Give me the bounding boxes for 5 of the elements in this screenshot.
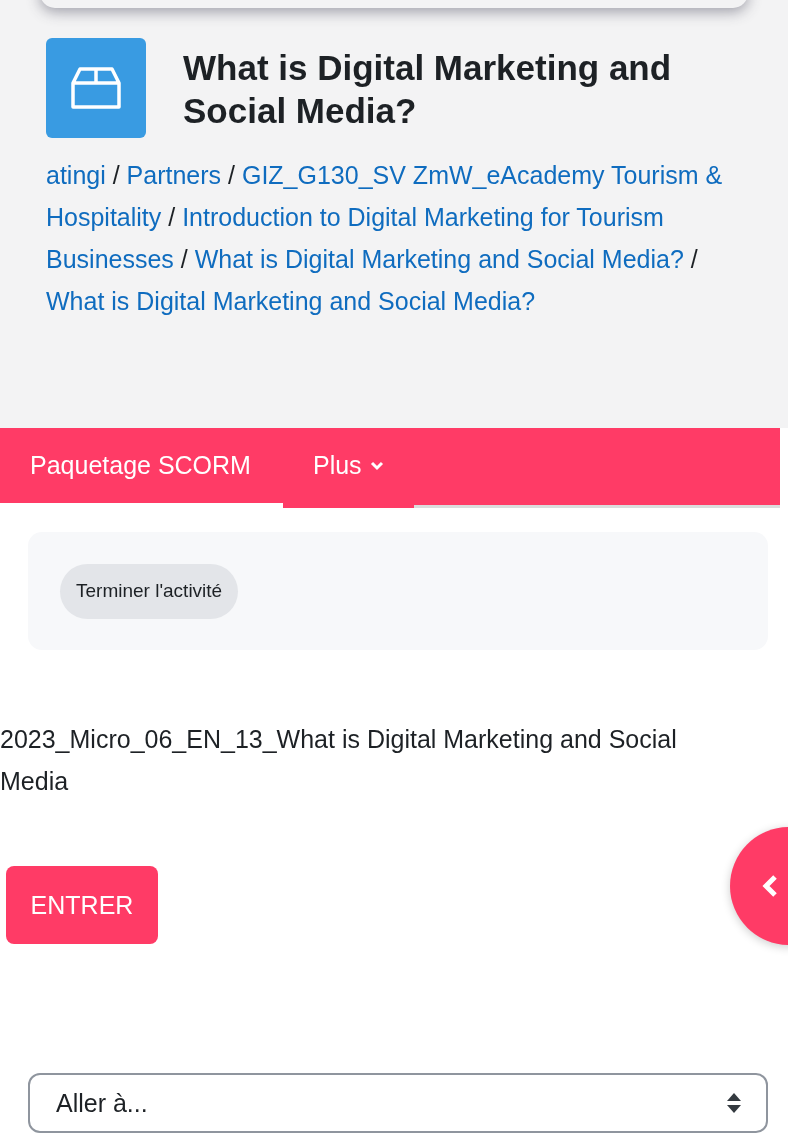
package-name: 2023_Micro_06_EN_13_What is Digital Marketing and Social Media <box>0 724 678 797</box>
jump-to-select[interactable]: Aller à... <box>28 1073 768 1133</box>
page-title: What is Digital Marketing and Social Media? <box>183 47 673 132</box>
breadcrumb-trail[interactable]: atingi / Partners / GIZ_G130_SV ZmW_eAcademy Tourism & Hospitality / Introduction to Digital Marketing for Tourism Businesses / What is Digital Marketing and Social Media? / What is Digital Marketing and Social Media? <box>46 154 758 322</box>
complete-activity-button[interactable]: Terminer l'activité <box>60 563 239 619</box>
